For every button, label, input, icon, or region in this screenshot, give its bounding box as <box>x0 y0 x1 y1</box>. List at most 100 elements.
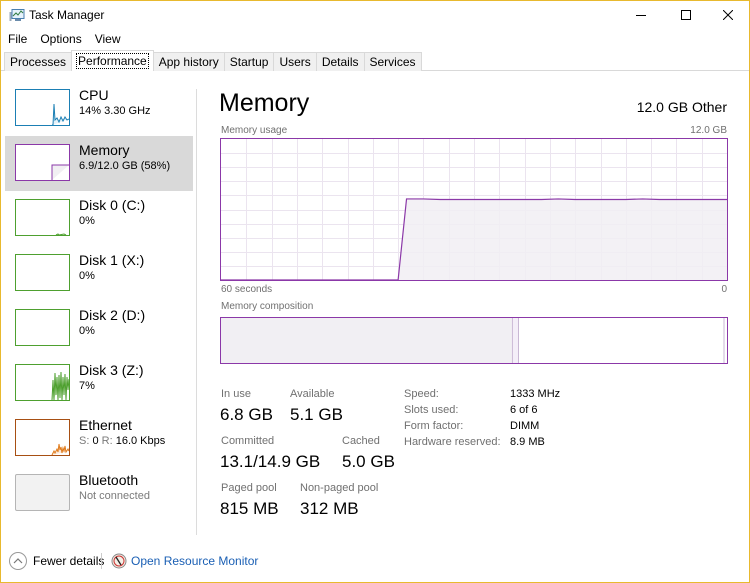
close-icon <box>723 10 733 20</box>
paged-pool-value: 815 MB <box>220 499 279 518</box>
maximize-icon <box>681 10 691 20</box>
speed-value: 1333 MHz <box>510 388 561 400</box>
menu-options[interactable]: Options <box>33 30 87 48</box>
fewer-details-button[interactable] <box>9 552 27 570</box>
cpu-mini-chart <box>52 103 69 125</box>
footer-separator <box>101 553 102 569</box>
available-label: Available <box>290 388 335 400</box>
disk3-thumbnail-graph <box>15 364 70 401</box>
close-button[interactable] <box>705 1 750 29</box>
sidebar-item-name: Ethernet <box>79 417 132 433</box>
cached-value: 5.0 GB <box>342 452 395 471</box>
memory-usage-area <box>221 198 727 280</box>
sidebar-item-sub: 6.9/12.0 GB (58%) <box>79 160 171 172</box>
memory-usage-graph <box>220 138 728 281</box>
disk3-mini-chart <box>51 371 69 400</box>
composition-modified-segment <box>512 318 519 363</box>
sidebar-item-disk-1[interactable]: Disk 1 (X:) 0% <box>5 246 193 301</box>
composition-label: Memory composition <box>221 301 314 312</box>
memory-mini-line <box>51 164 69 180</box>
memory-capacity-label: 12.0 GB Other <box>636 99 727 115</box>
sidebar-item-memory[interactable]: Memory 6.9/12.0 GB (58%) <box>5 136 193 191</box>
sidebar-item-name: Disk 1 (X:) <box>79 252 145 268</box>
sidebar-item-name: Disk 2 (D:) <box>79 307 146 323</box>
footer: Fewer details Open Resource Monitor <box>1 549 749 573</box>
tab-performance[interactable]: Performance <box>71 50 154 71</box>
tab-label: Details <box>321 55 359 69</box>
sidebar-item-disk-2[interactable]: Disk 2 (D:) 0% <box>5 301 193 356</box>
slots-used-label: Slots used: <box>404 404 459 416</box>
title-bar: Task Manager <box>1 1 749 29</box>
in-use-value: 6.8 GB <box>220 405 273 424</box>
memory-composition-bar <box>220 317 728 364</box>
sidebar-divider <box>196 89 197 535</box>
cpu-mini-line <box>52 103 69 125</box>
chevron-up-icon <box>13 558 23 564</box>
sidebar-item-disk-0[interactable]: Disk 0 (C:) 0% <box>5 191 193 246</box>
sidebar-item-name: Disk 0 (C:) <box>79 197 146 213</box>
memory-thumbnail-graph <box>15 144 70 181</box>
slots-used-value: 6 of 6 <box>510 404 538 416</box>
sidebar-item-bluetooth[interactable]: Bluetooth Not connected <box>5 466 193 521</box>
open-resource-monitor-link[interactable]: Open Resource Monitor <box>131 554 258 568</box>
receive-value: 16.0 Kbps <box>115 435 166 447</box>
sidebar-item-sub: 0% <box>79 270 95 282</box>
menu-file[interactable]: File <box>1 30 33 48</box>
sidebar-item-cpu[interactable]: CPU 14% 3.30 GHz <box>5 81 193 136</box>
tab-label: Startup <box>229 55 269 69</box>
form-factor-value: DIMM <box>510 420 540 432</box>
hardware-reserved-label: Hardware reserved: <box>404 436 501 448</box>
sidebar-item-sub: 14% 3.30 GHz <box>79 105 151 117</box>
ethernet-mini-chart <box>51 443 69 455</box>
committed-value: 13.1/14.9 GB <box>220 452 321 471</box>
sidebar-item-disk-3[interactable]: Disk 3 (Z:) 7% <box>5 356 193 411</box>
disk1-thumbnail-graph <box>15 254 70 291</box>
resource-monitor-icon <box>111 553 127 569</box>
usage-graph-label: Memory usage <box>221 125 288 136</box>
sidebar-item-name: Memory <box>79 142 130 158</box>
task-manager-icon <box>9 9 25 21</box>
hardware-reserved-value: 8.9 MB <box>510 436 545 448</box>
sidebar-item-sub: Not connected <box>79 490 150 502</box>
memory-mini-chart <box>51 164 69 180</box>
tab-startup[interactable]: Startup <box>223 52 275 71</box>
tab-app-history[interactable]: App history <box>152 52 225 71</box>
in-use-label: In use <box>221 388 251 400</box>
ethernet-mini-line <box>51 443 69 455</box>
minimize-button[interactable] <box>618 1 664 29</box>
tab-label: Processes <box>10 55 67 69</box>
tab-label: Performance <box>76 53 149 69</box>
tab-details[interactable]: Details <box>315 52 365 71</box>
tab-label: Services <box>369 55 416 69</box>
speed-label: Speed: <box>404 388 439 400</box>
non-paged-pool-value: 312 MB <box>300 499 359 518</box>
menu-view[interactable]: View <box>88 30 127 48</box>
sidebar-item-sub: 7% <box>79 380 95 392</box>
disk0-mini-line <box>55 233 67 235</box>
sidebar-item-sub: 0% <box>79 325 95 337</box>
tab-services[interactable]: Services <box>363 52 422 71</box>
committed-label: Committed <box>221 435 275 447</box>
fewer-details-link[interactable]: Fewer details <box>33 554 104 568</box>
cpu-thumbnail-graph <box>15 89 70 126</box>
page-title: Memory <box>219 89 310 117</box>
sidebar-item-sub: 0% <box>79 215 95 227</box>
send-label: S: <box>79 435 90 447</box>
menu-bar: File Options View <box>1 30 127 48</box>
form-factor-label: Form factor: <box>404 420 464 432</box>
ethernet-thumbnail-graph <box>15 419 70 456</box>
disk3-mini-line <box>51 371 69 400</box>
sidebar-item-ethernet[interactable]: Ethernet S: 0 R: 16.0 Kbps <box>5 411 193 466</box>
paged-pool-label: Paged pool <box>221 482 277 494</box>
sidebar-item-sub: S: 0 R: 16.0 Kbps <box>79 435 165 447</box>
tab-processes[interactable]: Processes <box>4 52 73 71</box>
bluetooth-thumbnail-graph <box>15 474 70 511</box>
tab-users[interactable]: Users <box>273 52 317 71</box>
disk2-thumbnail-graph <box>15 309 70 346</box>
maximize-button[interactable] <box>663 1 709 29</box>
available-value: 5.1 GB <box>290 405 343 424</box>
receive-label: R: <box>101 435 113 447</box>
tab-label: App history <box>158 55 219 69</box>
sidebar-item-name: Disk 3 (Z:) <box>79 362 144 378</box>
sidebar-item-name: CPU <box>79 87 109 103</box>
